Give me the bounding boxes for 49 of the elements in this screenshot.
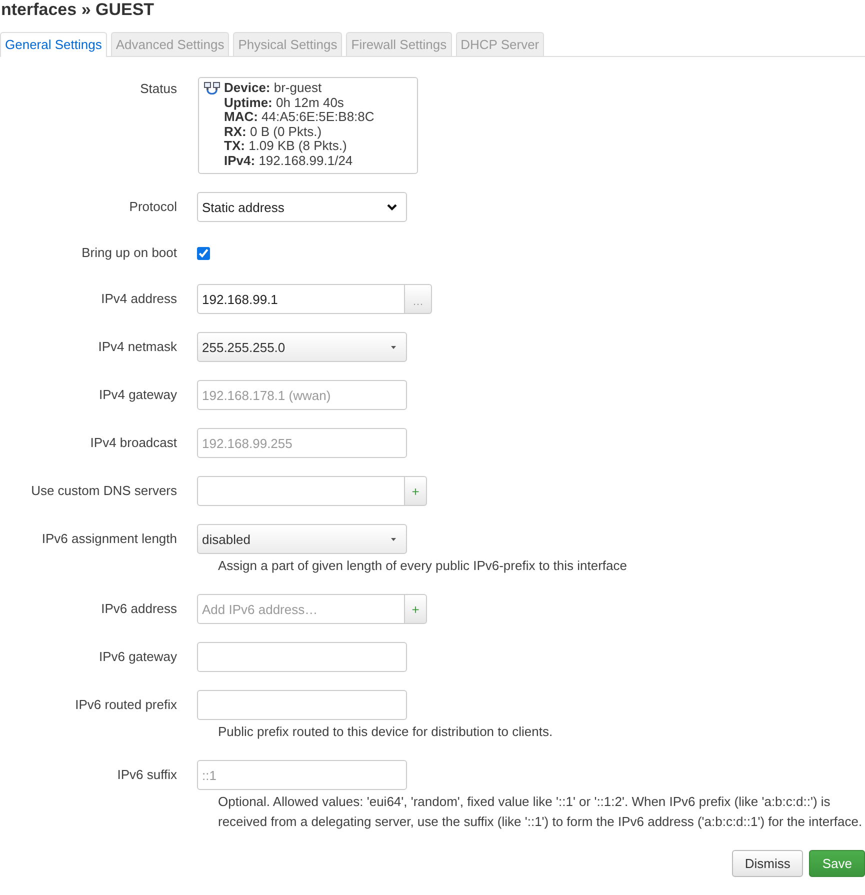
help-text: Assign a part of given length of every public IPv6-prefix to this interface (218, 557, 628, 575)
text-field[interactable] (197, 476, 405, 506)
field-label: IPv6 assignment length (42, 531, 177, 546)
chevron-down-icon (387, 204, 397, 210)
field-label: Status (140, 81, 177, 96)
field-label: Use custom DNS servers (31, 483, 177, 498)
dropdown-field[interactable]: 255.255.255.0 (197, 332, 407, 362)
text-field[interactable]: 192.168.99.1 (197, 284, 405, 314)
add-button[interactable]: + (405, 594, 427, 624)
network-icon (204, 82, 220, 96)
help-text: Public prefix routed to this device for distribution to clients. (218, 723, 554, 741)
status-line: Device: br-guest (224, 81, 322, 96)
text-field[interactable]: 192.168.178.1 (wwan) (197, 380, 407, 410)
text-field[interactable] (197, 690, 407, 720)
tab[interactable]: General Settings (0, 32, 107, 57)
tab[interactable]: Physical Settings (233, 32, 342, 56)
text-field[interactable] (197, 642, 407, 672)
text-field[interactable]: ::1 (197, 760, 407, 790)
caret-down-icon (391, 346, 396, 348)
field-label: IPv4 broadcast (90, 435, 177, 450)
text-field[interactable]: 192.168.99.255 (197, 428, 407, 458)
status-line: TX: 1.09 KB (8 Pkts.) (224, 139, 347, 154)
add-button[interactable]: + (405, 476, 427, 506)
field-label: Bring up on boot (82, 245, 177, 260)
caret-down-icon (391, 538, 396, 540)
status-line: RX: 0 B (0 Pkts.) (224, 124, 322, 139)
save-button[interactable]: Save (809, 850, 865, 877)
dropdown-field[interactable]: disabled (197, 524, 407, 554)
tab[interactable]: DHCP Server (456, 32, 544, 56)
field-label: IPv4 gateway (98, 387, 177, 402)
help-text: Optional. Allowed values: 'eui64', 'random', fixed value like '::1' or '::1:2'. When IPv6 prefix (like 'a:b:c:d::') is received from a delegating server, use the suffix (like '::1') to form the IPv6 address ('a:b:c:d::1') for the interface. (218, 793, 864, 831)
status-line: MAC: 44:A5:6E:5E:B8:8C (224, 110, 374, 124)
tab[interactable]: Firewall Settings (346, 32, 452, 56)
field-label: IPv6 suffix (117, 767, 177, 782)
checkbox[interactable] (197, 246, 210, 260)
field-label: IPv6 gateway (98, 649, 177, 664)
field-label: IPv6 address (101, 601, 177, 616)
more-button[interactable]: … (405, 284, 432, 314)
status-line: IPv4: 192.168.99.1/24 (224, 154, 353, 168)
field-label: IPv4 address (101, 291, 177, 306)
field-label: IPv4 netmask (98, 339, 177, 354)
page-title: nterfaces » GUEST (0, 0, 154, 20)
status-line: Uptime: 0h 12m 40s (224, 96, 344, 110)
tab[interactable]: Advanced Settings (110, 32, 230, 56)
dismiss-button[interactable]: Dismiss (732, 850, 804, 877)
text-field[interactable]: Add IPv6 address… (197, 594, 405, 624)
select-field[interactable]: Static address (197, 192, 407, 222)
field-label: Protocol (129, 199, 177, 214)
field-label: IPv6 routed prefix (75, 697, 177, 712)
